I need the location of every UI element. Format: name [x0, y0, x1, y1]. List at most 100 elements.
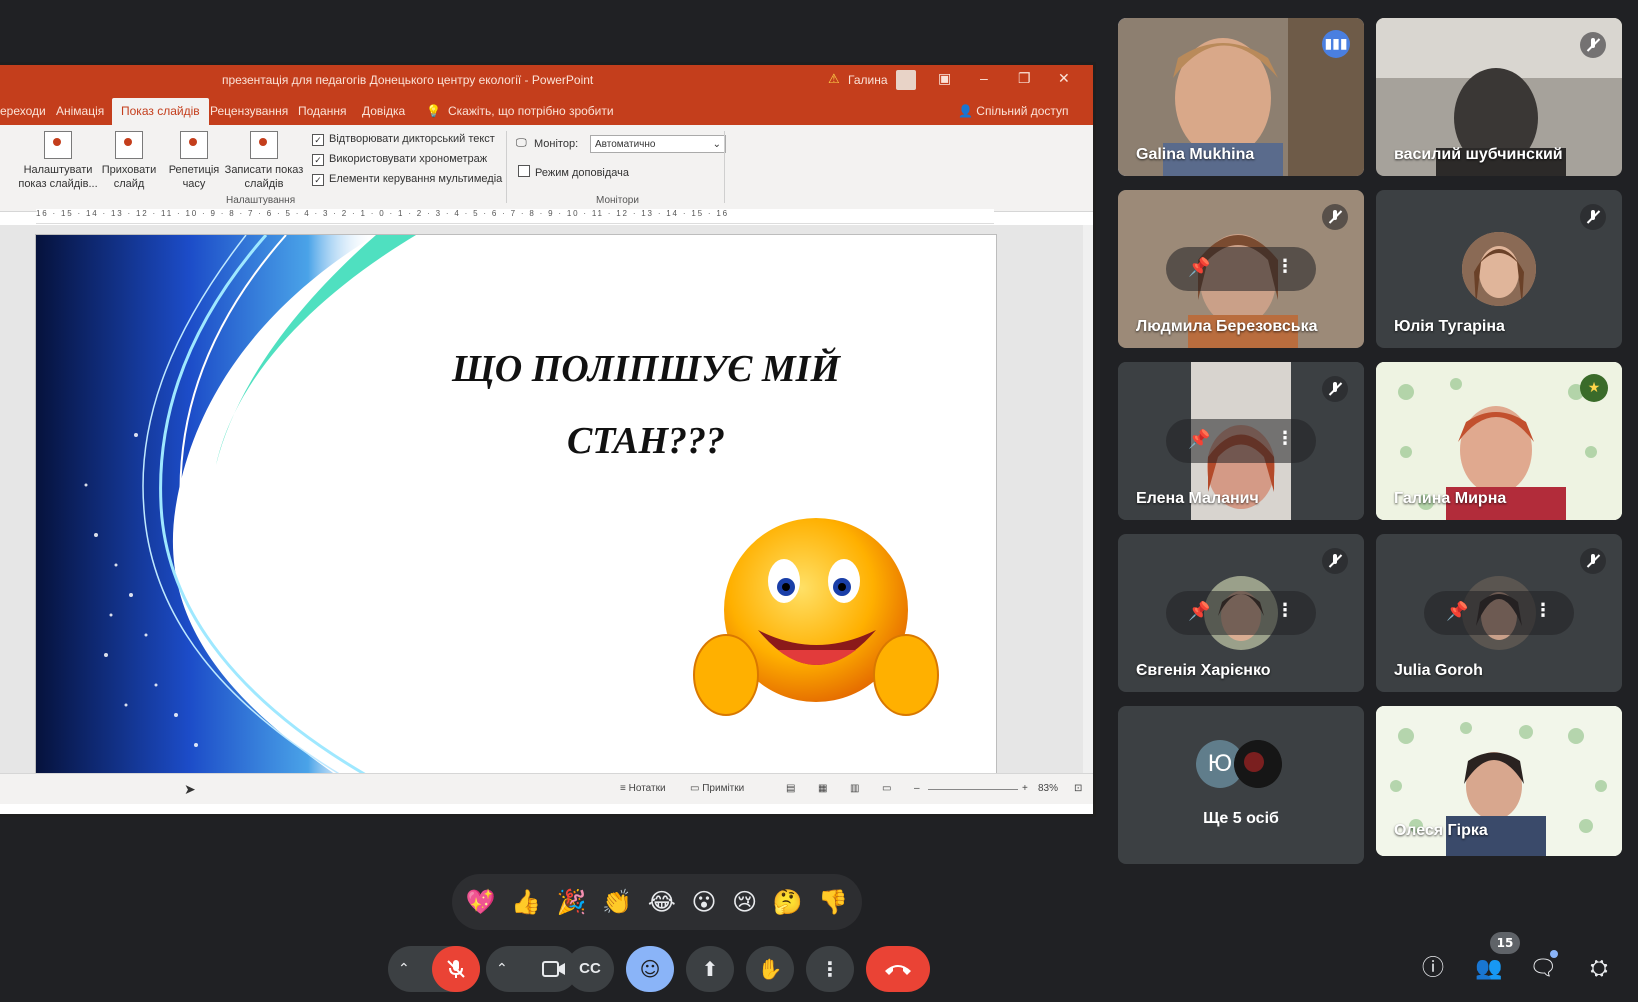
hide-slide-label: Приховати слайд	[101, 164, 157, 190]
participant-tile[interactable]: ▮▮▮ Galina Mukhina	[1118, 18, 1364, 176]
audio-options-chevron-icon[interactable]: ⌃	[398, 946, 410, 992]
participant-tile[interactable]: 📌 ⋮ Людмила Березовська	[1118, 190, 1364, 348]
muted-mic-icon	[1580, 548, 1606, 574]
current-slide[interactable]: ЩО ПОЛІПШУЄ МІЙ СТАН???	[36, 235, 996, 775]
zoom-in-icon[interactable]: +	[1022, 783, 1028, 794]
tab-help[interactable]: Довідка	[362, 104, 405, 118]
participant-tile[interactable]: Олеся Гірка	[1376, 706, 1622, 856]
more-participants-label: Ще 5 осіб	[1203, 810, 1279, 827]
record-slideshow-button[interactable]: Записати показ слайдів	[224, 131, 304, 191]
powerpoint-title-bar: презентація для педагогів Донецького цен…	[0, 65, 1093, 95]
muted-mic-icon	[1322, 376, 1348, 402]
mic-off-button[interactable]	[432, 946, 480, 992]
tell-me-search[interactable]: Скажіть, що потрібно зробити	[448, 104, 614, 118]
slide-title-line-1: ЩО ПОЛІПШУЄ МІЙ	[451, 348, 841, 390]
leave-call-button[interactable]	[866, 946, 930, 992]
raise-hand-button[interactable]: ✋	[746, 946, 794, 992]
speaking-indicator-icon: ▮▮▮	[1322, 30, 1350, 58]
rehearse-timings-button[interactable]: Репетиція часу	[166, 131, 222, 191]
hand-icon: ✋	[757, 957, 783, 981]
participant-tile[interactable]: 📌 ⋮ Євгенія Харієнко	[1118, 534, 1364, 692]
muted-mic-icon	[1580, 32, 1606, 58]
narration-checkbox[interactable]: ✓ Відтворювати дикторський текст	[312, 133, 495, 146]
more-options-icon[interactable]: ⋮	[1534, 600, 1552, 621]
reaction-surprised[interactable]: 😮	[691, 888, 716, 916]
reaction-thinking[interactable]: 🤔	[773, 888, 803, 916]
media-controls-checkbox[interactable]: ✓ Елементи керування мультимедіа	[312, 173, 502, 186]
participant-tile[interactable]: 📌 ⋮ Julia Goroh	[1376, 534, 1622, 692]
hide-slide-icon	[115, 131, 143, 159]
more-options-icon[interactable]: ⋮	[1276, 256, 1294, 277]
more-participants-tile[interactable]: Ю Ще 5 осіб	[1118, 706, 1364, 864]
captions-button[interactable]: CC	[566, 946, 614, 992]
participant-tile[interactable]: Юлія Тугаріна	[1376, 190, 1622, 348]
ribbon-separator	[724, 131, 725, 203]
reading-view-icon[interactable]: ▥	[850, 783, 859, 794]
warning-icon: ⚠	[828, 71, 840, 86]
avatar-photo	[1234, 740, 1282, 788]
presenter-view-checkbox[interactable]: Режим доповідача	[518, 165, 629, 179]
setup-slideshow-button[interactable]: Налаштувати показ слайдів...	[18, 131, 98, 191]
present-screen-button[interactable]: ⬆	[686, 946, 734, 992]
share-button[interactable]: 👤 Спільний доступ	[958, 104, 1069, 118]
avatar	[1462, 232, 1536, 306]
pin-icon[interactable]: 📌	[1188, 429, 1210, 450]
reaction-thumbs-up[interactable]: 👍	[511, 888, 541, 916]
lightbulb-icon: 💡	[426, 104, 441, 118]
participant-tile[interactable]: василий шубчинский	[1376, 18, 1622, 176]
tab-slideshow[interactable]: Показ слайдів	[112, 98, 209, 127]
tab-animation[interactable]: Анімація	[56, 104, 104, 118]
people-icon[interactable]: 👥	[1472, 952, 1506, 986]
slideshow-view-icon[interactable]: ▭	[882, 783, 891, 794]
thumbs-up-left	[693, 634, 759, 716]
rehearse-timings-label: Репетиція часу	[168, 164, 220, 190]
reaction-clap[interactable]: 👏	[602, 888, 632, 916]
ribbon-tabs: ереходи Анімація Показ слайдів Рецензува…	[0, 95, 1093, 127]
timings-checkbox[interactable]: ✓ Використовувати хронометраж	[312, 153, 487, 166]
reaction-party[interactable]: 🎉	[557, 888, 587, 916]
participant-tile[interactable]: 📌 ⋮ Елена Маланич	[1118, 362, 1364, 520]
participant-tile[interactable]: ★ Галина Мирна	[1376, 362, 1622, 520]
checkbox-checked-icon: ✓	[312, 154, 324, 166]
monitor-select[interactable]: Автоматично ⌄	[590, 135, 726, 153]
comments-button[interactable]: ▭ Примітки	[690, 783, 744, 794]
reaction-laugh[interactable]: 😂	[648, 888, 676, 916]
pin-icon[interactable]: 📌	[1446, 601, 1468, 622]
tab-view[interactable]: Подання	[298, 104, 346, 118]
restore-icon[interactable]: ❐	[1018, 70, 1031, 87]
more-options-button[interactable]: ⋮	[806, 946, 854, 992]
more-options-icon[interactable]: ⋮	[1276, 600, 1294, 621]
hide-slide-button[interactable]: Приховати слайд	[100, 131, 158, 191]
user-name: Галина	[848, 73, 888, 87]
video-options-chevron-icon[interactable]: ⌃	[496, 946, 508, 992]
activities-icon[interactable]: ⛭	[1582, 952, 1616, 986]
participant-name: Олеся Гірка	[1394, 822, 1488, 839]
more-options-icon[interactable]: ⋮	[1276, 428, 1294, 449]
close-icon[interactable]: ✕	[1058, 70, 1070, 87]
reaction-heart[interactable]: 💖	[466, 888, 496, 916]
mic-control-group: ⌃	[388, 946, 480, 992]
camera-icon	[542, 961, 565, 977]
zoom-level[interactable]: 83%	[1038, 783, 1058, 794]
minimize-icon[interactable]: –	[980, 70, 988, 86]
tab-transitions[interactable]: ереходи	[0, 104, 46, 118]
chevron-down-icon: ⌄	[712, 139, 721, 150]
zoom-out-icon[interactable]: –	[914, 783, 920, 794]
slide-sorter-icon[interactable]: ▦	[818, 783, 827, 794]
participant-name: Julia Goroh	[1394, 662, 1483, 679]
zoom-slider[interactable]	[928, 789, 1018, 790]
tab-review[interactable]: Рецензування	[210, 104, 288, 118]
ribbon-display-icon[interactable]: ▣	[938, 70, 951, 87]
meeting-info-icon[interactable]: ⓘ	[1416, 952, 1450, 986]
emoji-reactions-button[interactable]: ☺	[626, 946, 674, 992]
fit-to-window-icon[interactable]: ⊡	[1074, 783, 1082, 794]
setup-slideshow-label: Налаштувати показ слайдів...	[18, 164, 98, 190]
pin-icon[interactable]: 📌	[1188, 601, 1210, 622]
thumbs-up-right	[873, 634, 939, 716]
pin-icon[interactable]: 📌	[1188, 257, 1210, 278]
normal-view-icon[interactable]: ▤	[786, 783, 795, 794]
vertical-scrollbar[interactable]	[1083, 225, 1093, 773]
notes-button[interactable]: ≡ Нотатки	[620, 783, 666, 794]
reaction-sad[interactable]: 😢	[732, 888, 757, 916]
reaction-thumbs-down[interactable]: 👎	[818, 888, 848, 916]
